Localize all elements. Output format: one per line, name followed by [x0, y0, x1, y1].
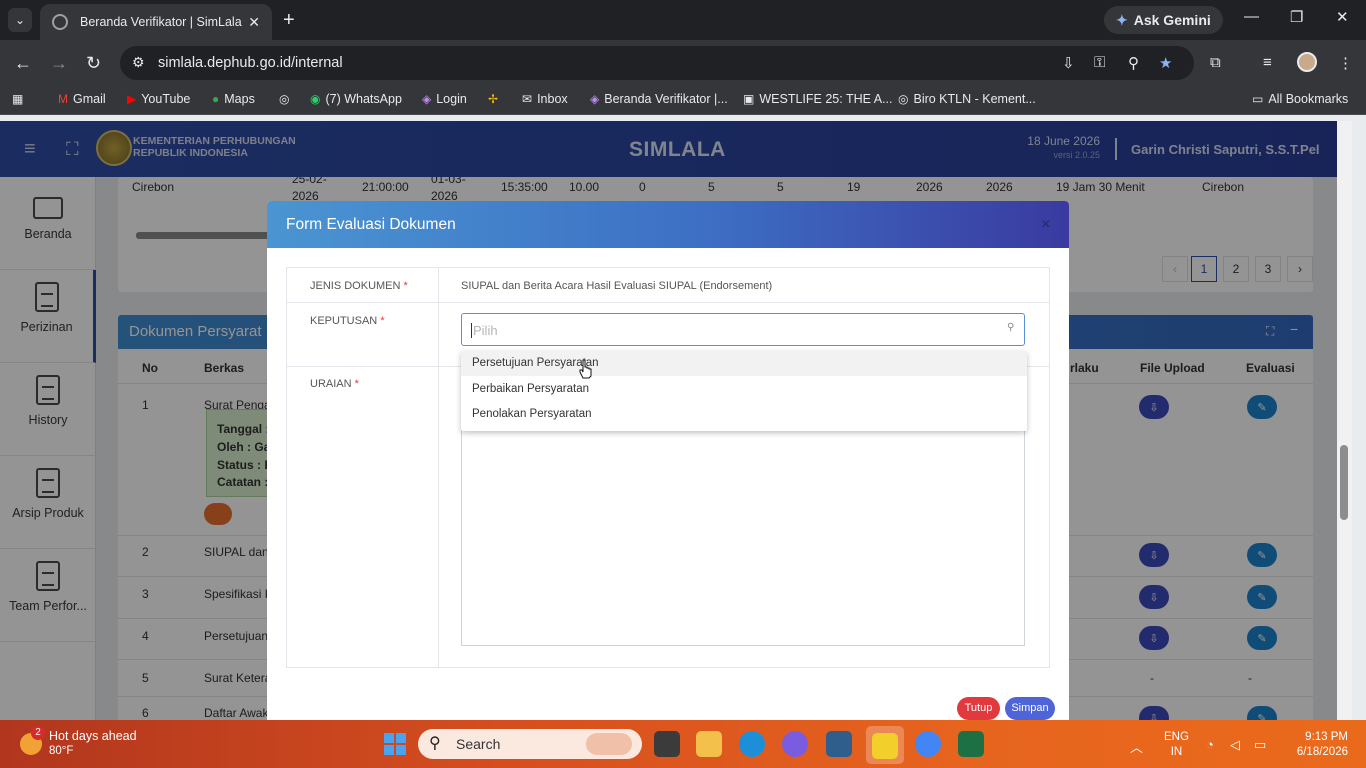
bookmark-youtube[interactable]: ▶ YouTube [127, 92, 190, 106]
tab-title: Beranda Verifikator | SimLala [80, 15, 242, 29]
mail-icon: ✉ [522, 92, 533, 106]
bookmark-pinwheel[interactable]: ✢ [488, 92, 498, 106]
required-mark: * [354, 378, 359, 390]
globe-icon: ◎ [898, 92, 909, 106]
option-perbaikan[interactable]: Perbaikan Persyaratan [461, 377, 1027, 402]
sticky-notes-glyph [872, 733, 898, 759]
extensions-icon[interactable]: ⧉ [1210, 54, 1221, 71]
install-app-icon[interactable]: ⇩ [1062, 54, 1075, 72]
ask-gemini-button[interactable]: ✦ Ask Gemini [1104, 6, 1223, 34]
site-info-icon[interactable]: ⚙ [132, 54, 145, 71]
login-icon: ◈ [422, 92, 432, 106]
simpan-button[interactable]: Simpan [1005, 697, 1055, 720]
bookmark-biro-ktln[interactable]: ◎ Biro KTLN - Kement... [898, 92, 1036, 106]
url-text[interactable]: simlala.dephub.go.id/internal [158, 55, 343, 71]
pinwheel-icon: ✢ [488, 92, 499, 106]
uraian-label: URAIAN * [310, 378, 359, 390]
apps-grid-icon[interactable]: ▦ [12, 92, 23, 106]
password-key-icon[interactable]: ⚿ [1094, 54, 1105, 71]
option-penolakan[interactable]: Penolakan Persyaratan [461, 402, 1027, 427]
taskbar-search-label[interactable]: Search [456, 736, 500, 752]
camera-icon[interactable] [826, 731, 852, 757]
tab-close-icon[interactable]: ✕ [248, 14, 260, 31]
windows-taskbar [0, 720, 1366, 768]
tutup-button[interactable]: Tutup [957, 697, 1000, 720]
restore-icon[interactable]: ❐ [1290, 8, 1303, 26]
windows-start-icon[interactable] [384, 733, 406, 755]
ask-gemini-label: Ask Gemini [1133, 12, 1211, 28]
modal-close-icon[interactable]: × [1041, 216, 1050, 234]
bookmark-star-icon[interactable]: ★ [1159, 54, 1172, 72]
site-icon: ◈ [590, 92, 600, 106]
youtube-icon: ▶ [127, 92, 137, 106]
form-column-divider [438, 267, 439, 668]
hand-cursor-icon [579, 359, 592, 379]
bookmark-gmail[interactable]: M Gmail [58, 92, 106, 106]
wifi-icon[interactable]: ◔ [1206, 737, 1214, 752]
jenis-dokumen-label: JENIS DOKUMEN * [310, 280, 408, 292]
keputusan-search-input[interactable]: Pilih [471, 323, 498, 338]
weather-temperature: 80°F [49, 745, 74, 757]
search-icon: ⚲ [1007, 322, 1015, 333]
system-clock[interactable]: 9:13 PM 6/18/2026 [1286, 730, 1348, 760]
all-bookmarks[interactable]: ▭ All Bookmarks [1252, 92, 1348, 106]
chrome-icon[interactable] [915, 731, 941, 757]
uraian-textarea[interactable] [461, 430, 1025, 646]
excel-icon[interactable] [958, 731, 984, 757]
volume-icon[interactable]: ◁ [1230, 737, 1240, 753]
whatsapp-icon: ◉ [310, 92, 321, 106]
edge-icon[interactable] [739, 731, 765, 757]
gemini-icon: ✦ [1116, 11, 1128, 28]
new-tab-button[interactable]: + [283, 8, 295, 32]
window-close-icon[interactable]: ✕ [1336, 8, 1349, 26]
evaluation-modal: Form Evaluasi Dokumen × JENIS DOKUMEN * … [267, 201, 1069, 720]
profile-avatar[interactable] [1297, 52, 1317, 72]
bookmark-whatsapp[interactable]: ◉ (7) WhatsApp [310, 92, 402, 106]
file-explorer-icon[interactable] [696, 731, 722, 757]
bookmark-globe[interactable]: ◎ [279, 92, 289, 106]
bookmark-westlife[interactable]: ▣ WESTLIFE 25: THE A... [743, 92, 893, 106]
tab-search-dropdown[interactable]: ⌄ [8, 8, 32, 32]
bookmark-beranda[interactable]: ◈ Beranda Verifikator |... [590, 92, 728, 106]
maps-pin-icon: ● [212, 92, 220, 106]
required-mark: * [380, 315, 385, 327]
option-persetujuan[interactable]: Persetujuan Persyaratan [461, 351, 1027, 376]
zoom-icon[interactable]: ⚲ [1128, 54, 1139, 72]
reload-icon[interactable]: ↻ [86, 53, 101, 73]
tray-overflow-icon[interactable]: ︿ [1130, 737, 1143, 756]
bookmark-maps[interactable]: ● Maps [212, 92, 255, 106]
site-favicon-icon [52, 14, 68, 30]
task-view-icon[interactable] [654, 731, 680, 757]
copilot-icon[interactable] [782, 731, 808, 757]
media-control-icon[interactable]: ≡ [1263, 54, 1272, 71]
back-icon[interactable]: ← [14, 53, 32, 73]
weather-alert-badge: 2 [31, 726, 45, 740]
bookmark-inbox[interactable]: ✉ Inbox [522, 92, 568, 106]
search-icon: ⚲ [429, 735, 441, 752]
page-vertical-scrollbar[interactable] [1337, 121, 1352, 720]
gmail-icon: M [58, 92, 68, 106]
globe-icon: ◎ [279, 92, 290, 106]
letter-l-icon: ▣ [743, 92, 755, 106]
modal-title: Form Evaluasi Dokumen [286, 216, 456, 233]
folder-icon: ▭ [1252, 92, 1264, 106]
battery-icon[interactable]: ▭ [1254, 737, 1266, 753]
modal-header: Form Evaluasi Dokumen × [267, 201, 1069, 248]
search-highlight-icon [586, 733, 632, 755]
forward-icon[interactable]: → [50, 53, 68, 73]
browser-tab-strip: ⌄ Beranda Verifikator | SimLala ✕ + ✦ As… [0, 0, 1366, 40]
browser-tab[interactable]: Beranda Verifikator | SimLala ✕ [40, 4, 272, 40]
page-scrollbar-thumb[interactable] [1340, 445, 1348, 520]
bookmark-login[interactable]: ◈ Login [422, 92, 467, 106]
minimize-icon[interactable]: — [1244, 8, 1259, 25]
language-indicator[interactable]: ENG IN [1164, 730, 1189, 760]
keputusan-label: KEPUTUSAN * [310, 315, 385, 327]
form-row-divider [286, 302, 1050, 303]
keputusan-dropdown: Persetujuan Persyaratan Perbaikan Persya… [461, 351, 1027, 431]
keputusan-select[interactable]: Pilih ⚲ [461, 313, 1025, 346]
weather-title[interactable]: Hot days ahead [49, 729, 137, 743]
chrome-menu-icon[interactable]: ⋮ [1338, 54, 1353, 72]
jenis-dokumen-value: SIUPAL dan Berita Acara Hasil Evaluasi S… [461, 280, 773, 292]
required-mark: * [403, 280, 408, 292]
